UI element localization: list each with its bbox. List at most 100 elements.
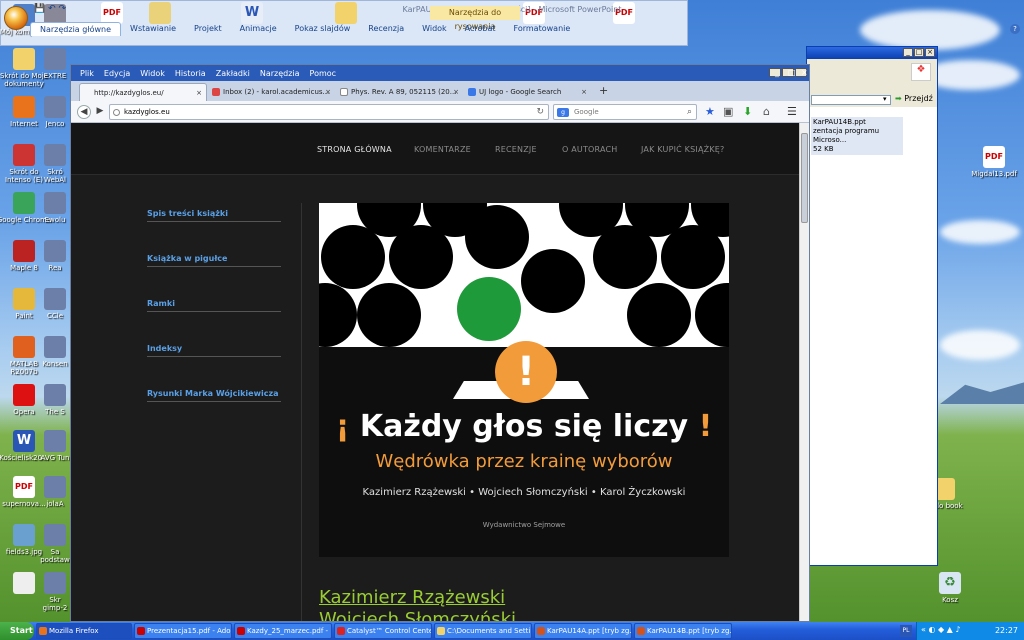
scrollbar-thumb[interactable]: [801, 133, 808, 223]
ribbon-tab-7[interactable]: Acrobat: [456, 22, 505, 36]
desktop-icon-col2-5[interactable]: Rea: [40, 240, 70, 272]
close-icon[interactable]: ×: [795, 68, 808, 77]
explorer-titlebar[interactable]: _ □ ×: [807, 47, 937, 59]
nav-home[interactable]: STRONA GŁÓWNA: [317, 145, 392, 154]
close-icon[interactable]: ×: [453, 83, 459, 101]
sidebar-link[interactable]: Spis treści książki: [147, 209, 281, 222]
google-icon[interactable]: g: [557, 108, 569, 117]
go-label: Przejdź: [904, 94, 933, 103]
sidebar-link[interactable]: Książka w pigułce: [147, 254, 281, 267]
desktop-icon-col2-10[interactable]: jolaA: [40, 476, 70, 508]
nav-how-to-buy[interactable]: JAK KUPIĆ KSIĄŻKĘ?: [641, 145, 724, 154]
explorer-window[interactable]: _ □ × ❖ ▾ ➡ Przejdź KarPAU14B.ppt zentacja…: [806, 46, 938, 566]
help-icon[interactable]: ?: [1010, 24, 1020, 34]
tab-kazdyglos[interactable]: http://kazdyglos.eu/ ×: [79, 83, 207, 101]
tab-google-search[interactable]: UJ logo - Google Search ×: [465, 83, 591, 101]
sidebar-link[interactable]: Ramki: [147, 299, 281, 312]
minimize-icon[interactable]: _: [769, 68, 781, 77]
sidebar-link[interactable]: Indeksy: [147, 344, 281, 357]
desktop-icon-col2-1[interactable]: EXTRE: [40, 48, 70, 80]
ribbon-tab-8[interactable]: Formatowanie: [505, 22, 580, 36]
close-icon[interactable]: ×: [196, 84, 202, 101]
ribbon-tab-3[interactable]: Animacje: [231, 22, 286, 36]
search-bar[interactable]: g Google ⌕: [553, 104, 697, 120]
maximize-icon[interactable]: □: [782, 68, 796, 77]
tab-inbox[interactable]: Inbox (2) - karol.academicus... ×: [209, 83, 335, 101]
download-icon[interactable]: ⬇: [743, 105, 752, 119]
context-tab-drawing-tools[interactable]: Narzędzia do rysowania: [430, 6, 520, 31]
file-info[interactable]: KarPAU14B.ppt zentacja programu Microso.…: [811, 117, 903, 155]
bookmark-star-icon[interactable]: ★: [705, 105, 715, 119]
url-bar[interactable]: kazdyglos.eu ↻: [109, 104, 549, 120]
sidebar-item-drawings[interactable]: Rysunki Marka Wójcikiewicza: [147, 389, 281, 434]
bookmarks-list-icon[interactable]: ▣: [723, 105, 733, 119]
menu-item-6[interactable]: Pomoc: [305, 69, 342, 78]
tab-phys-rev[interactable]: Phys. Rev. A 89, 052115 (20... ×: [337, 83, 463, 101]
nav-authors[interactable]: O AUTORACH: [562, 145, 618, 154]
sidebar-item-summary[interactable]: Książka w pigułce: [147, 254, 281, 299]
tray-icons[interactable]: « ◐ ◆ ▲ ♪: [921, 625, 960, 634]
close-icon[interactable]: ×: [925, 48, 935, 57]
desktop-icon-col2-4[interactable]: Ewolu: [40, 192, 70, 224]
desktop-icon-right-2[interactable]: ♻ Kosz: [922, 572, 978, 604]
desktop-icon-col2-6[interactable]: CCle: [40, 288, 70, 320]
menu-item-5[interactable]: Narzędzia: [255, 69, 305, 78]
taskbar-item-ppt-a[interactable]: KarPAU14A.ppt [tryb zg...: [534, 623, 632, 639]
taskbar-item-pdf-1[interactable]: Prezentacja15.pdf - Ado...: [134, 623, 232, 639]
taskbar-item-pdf-2[interactable]: Kazdy_25_marzec.pdf - ...: [234, 623, 332, 639]
desktop-icon-col2-7[interactable]: Konsen: [40, 336, 70, 368]
chevron-down-icon[interactable]: ▾: [883, 95, 887, 103]
ribbon-tab-1[interactable]: Wstawianie: [121, 22, 185, 36]
ribbon-tab-5[interactable]: Recenzja: [359, 22, 413, 36]
search-icon[interactable]: ⌕: [687, 105, 692, 119]
menu-item-4[interactable]: Zakładki: [211, 69, 255, 78]
taskbar-item-firefox[interactable]: Mozilla Firefox: [36, 623, 132, 639]
desktop-icon-col2-3[interactable]: Skró WebAl: [40, 144, 70, 184]
ribbon-tab-2[interactable]: Projekt: [185, 22, 231, 36]
nav-comments[interactable]: KOMENTARZE: [414, 145, 471, 154]
desktop-icon-right-0[interactable]: PDF Migdal13.pdf: [966, 146, 1022, 178]
menu-item-1[interactable]: Edycja: [99, 69, 135, 78]
menu-item-2[interactable]: Widok: [135, 69, 170, 78]
author-link-slomczynski[interactable]: Wojciech Słomczyński: [319, 609, 516, 621]
firefox-window[interactable]: Plik Edycja Widok Historia Zakładki Narzędzia…: [70, 64, 810, 622]
reload-icon[interactable]: ↻: [536, 105, 544, 119]
taskbar-item-ppt-b[interactable]: KarPAU14B.ppt [tryb zg...: [634, 623, 732, 639]
maximize-icon[interactable]: □: [914, 48, 924, 57]
back-button[interactable]: ◀: [77, 105, 91, 119]
explorer-address-input[interactable]: [811, 95, 891, 105]
go-button[interactable]: ➡ Przejdź: [895, 94, 933, 103]
new-tab-button[interactable]: +: [599, 84, 608, 97]
taskbar-item-folder[interactable]: C:\Documents and Settin...: [434, 623, 532, 639]
menu-item-0[interactable]: Plik: [75, 69, 99, 78]
close-icon[interactable]: ×: [325, 83, 331, 101]
menu-item-3[interactable]: Historia: [170, 69, 211, 78]
powerpoint-window[interactable]: KarPAU14B.ppt [tryb zgodności] - Microso…: [0, 0, 1020, 46]
desktop-icon-col2-11[interactable]: Sa podstaw: [40, 524, 70, 564]
quick-access-toolbar[interactable]: 💾 ↶ ↷: [34, 4, 66, 14]
author-link-rzazewski[interactable]: Kazimierz Rzążewski: [319, 587, 516, 609]
sidebar-link[interactable]: Rysunki Marka Wójcikiewicza: [147, 389, 281, 402]
sidebar-item-frames[interactable]: Ramki: [147, 299, 281, 344]
desktop-icon-col2-12[interactable]: Skr gimp-2: [40, 572, 70, 612]
author-links: Kazimierz Rzążewski Wojciech Słomczyński: [319, 587, 516, 621]
desktop-icon-col2-9[interactable]: AVG Tun: [40, 430, 70, 462]
sidebar-item-contents[interactable]: Spis treści książki: [147, 209, 281, 254]
taskbar-item-catalyst[interactable]: Catalyst™ Control Center: [334, 623, 432, 639]
ribbon-tab-4[interactable]: Pokaz slajdów: [286, 22, 360, 36]
page-scrollbar[interactable]: [799, 123, 809, 621]
desktop-icon-col2-8[interactable]: The S: [40, 384, 70, 416]
forward-button[interactable]: ▶: [93, 105, 107, 119]
home-icon[interactable]: ⌂: [763, 105, 770, 119]
menu-icon[interactable]: ☰: [787, 105, 797, 119]
language-indicator[interactable]: PL: [900, 625, 912, 637]
desktop-icon-col2-2[interactable]: Jenco: [40, 96, 70, 128]
cover-dot: [465, 205, 529, 269]
minimize-icon[interactable]: _: [903, 48, 913, 57]
nav-reviews[interactable]: RECENZJE: [495, 145, 537, 154]
sidebar-item-indexes[interactable]: Indeksy: [147, 344, 281, 389]
start-button[interactable]: Start: [0, 622, 34, 640]
ribbon-tab-0[interactable]: Narzędzia główne: [30, 22, 122, 36]
ribbon-tab-6[interactable]: Widok: [413, 22, 456, 36]
close-icon[interactable]: ×: [581, 83, 587, 101]
